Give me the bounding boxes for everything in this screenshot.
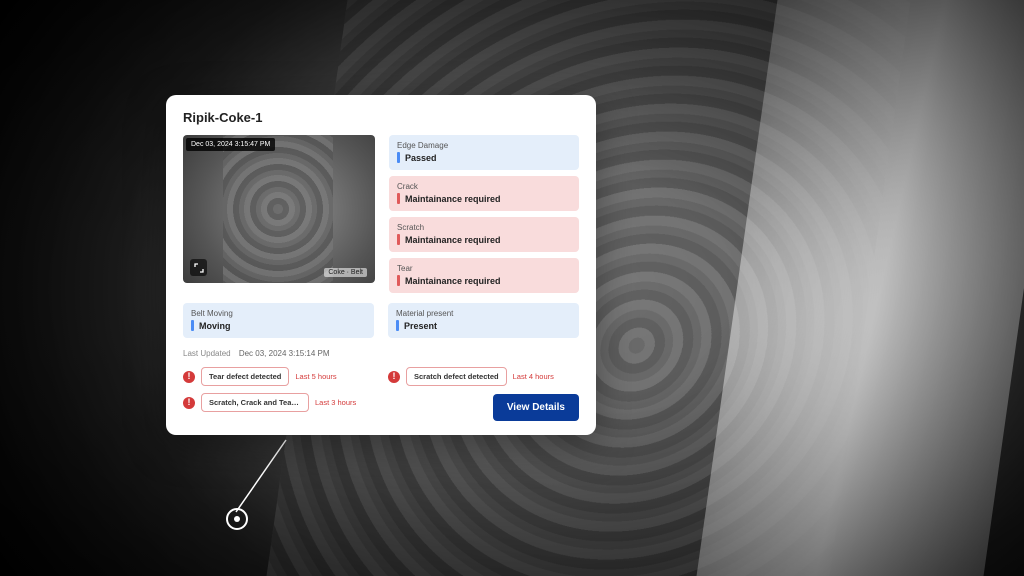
- alert-item: ! Scratch, Crack and Tear defect... Last…: [183, 393, 374, 412]
- warning-icon: !: [183, 397, 195, 409]
- status-indicator-bar: [397, 234, 400, 245]
- status-value-text: Moving: [199, 321, 231, 331]
- alerts-column-right: ! Scratch defect detected Last 4 hours: [388, 367, 579, 386]
- expand-icon[interactable]: [190, 259, 207, 276]
- status-value-text: Passed: [405, 153, 437, 163]
- last-updated-value: Dec 03, 2024 3:15:14 PM: [239, 349, 330, 358]
- thumbnail-caption: Coke · Belt: [324, 268, 367, 277]
- alerts-column-left: ! Tear defect detected Last 5 hours ! Sc…: [183, 367, 374, 421]
- status-label: Edge Damage: [397, 141, 571, 150]
- view-details-button[interactable]: View Details: [493, 394, 579, 421]
- status-edge-damage: Edge Damage Passed: [389, 135, 579, 170]
- status-indicator-bar: [397, 152, 400, 163]
- last-updated-label: Last Updated: [183, 349, 231, 358]
- status-material-present: Material present Present: [388, 303, 579, 338]
- callout-anchor-dot: [226, 508, 248, 530]
- alert-time: Last 3 hours: [315, 398, 356, 407]
- status-indicator-bar: [396, 320, 399, 331]
- last-updated: Last Updated Dec 03, 2024 3:15:14 PM: [183, 349, 579, 358]
- status-tear: Tear Maintainance required: [389, 258, 579, 293]
- status-label: Belt Moving: [191, 309, 366, 318]
- alert-item: ! Scratch defect detected Last 4 hours: [388, 367, 579, 386]
- alert-time: Last 5 hours: [295, 372, 336, 381]
- status-indicator-bar: [397, 275, 400, 286]
- alert-text[interactable]: Tear defect detected: [201, 367, 289, 386]
- status-label: Crack: [397, 182, 571, 191]
- warning-icon: !: [183, 371, 195, 383]
- status-crack: Crack Maintainance required: [389, 176, 579, 211]
- status-value-text: Maintainance required: [405, 194, 501, 204]
- status-label: Scratch: [397, 223, 571, 232]
- camera-detail-card: Ripik-Coke-1 Dec 03, 2024 3:15:47 PM Cok…: [166, 95, 596, 435]
- status-label: Material present: [396, 309, 571, 318]
- camera-title: Ripik-Coke-1: [183, 110, 579, 125]
- status-scratch: Scratch Maintainance required: [389, 217, 579, 252]
- status-indicator-bar: [397, 193, 400, 204]
- camera-thumbnail[interactable]: Dec 03, 2024 3:15:47 PM Coke · Belt: [183, 135, 375, 283]
- status-indicator-bar: [191, 320, 194, 331]
- thumbnail-timestamp: Dec 03, 2024 3:15:47 PM: [186, 138, 275, 151]
- alert-time: Last 4 hours: [513, 372, 554, 381]
- warning-icon: !: [388, 371, 400, 383]
- status-value-text: Maintainance required: [405, 235, 501, 245]
- alert-text[interactable]: Scratch, Crack and Tear defect...: [201, 393, 309, 412]
- alert-text[interactable]: Scratch defect detected: [406, 367, 507, 386]
- status-value-text: Present: [404, 321, 437, 331]
- status-belt-moving: Belt Moving Moving: [183, 303, 374, 338]
- alert-item: ! Tear defect detected Last 5 hours: [183, 367, 374, 386]
- status-label: Tear: [397, 264, 571, 273]
- status-value-text: Maintainance required: [405, 276, 501, 286]
